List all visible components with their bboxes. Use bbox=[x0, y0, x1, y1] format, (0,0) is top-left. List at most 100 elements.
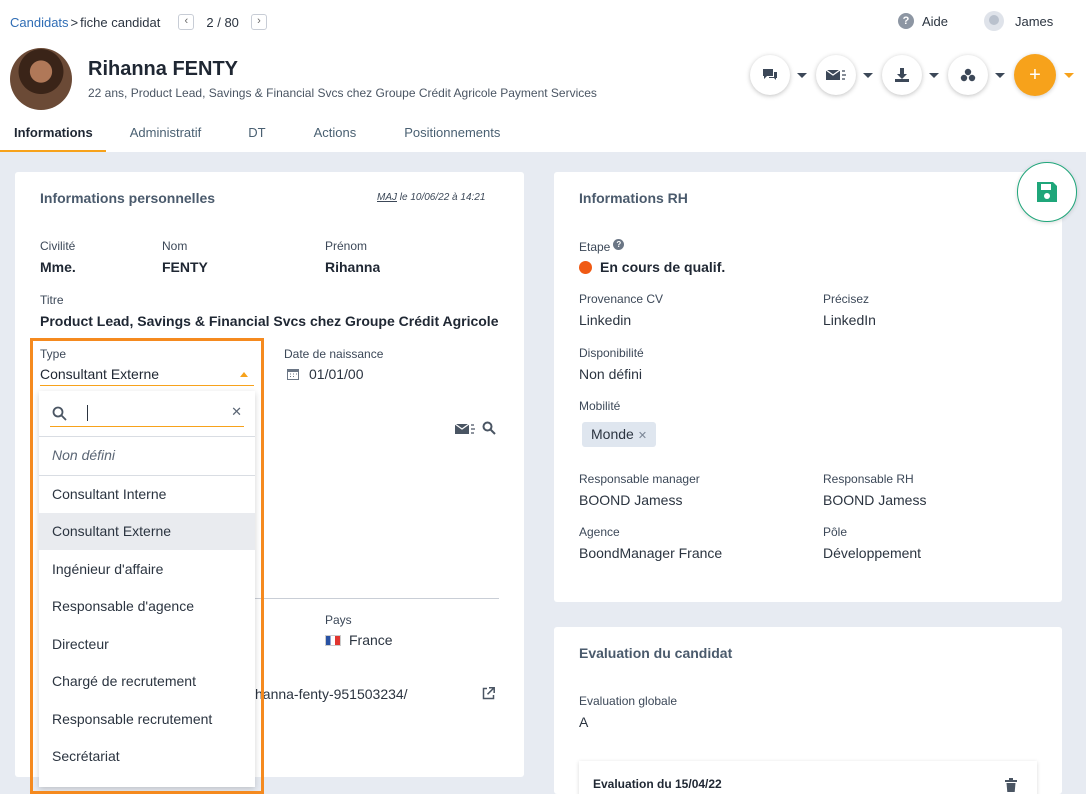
calendar-icon bbox=[287, 369, 299, 380]
dropdown-search-input[interactable] bbox=[76, 403, 216, 423]
chat-button[interactable] bbox=[750, 55, 790, 95]
plus-icon: + bbox=[1029, 63, 1041, 86]
dispo-value[interactable]: Non défini bbox=[579, 366, 642, 382]
email-dropdown-caret[interactable] bbox=[863, 72, 873, 78]
option-ingenieur-affaire[interactable]: Ingénieur d'affaire bbox=[39, 551, 255, 588]
breadcrumb-candidats-link[interactable]: Candidats bbox=[10, 15, 69, 30]
email-icon[interactable] bbox=[455, 422, 477, 436]
save-button[interactable] bbox=[1017, 162, 1077, 222]
download-button[interactable] bbox=[882, 55, 922, 95]
floppy-disk-icon bbox=[1037, 182, 1057, 202]
avatar bbox=[984, 11, 1004, 31]
hr-info-title: Informations RH bbox=[579, 190, 688, 206]
search-icon[interactable] bbox=[482, 421, 496, 435]
evaluation-entry[interactable]: Evaluation du 15/04/22 bbox=[579, 761, 1037, 794]
user-menu[interactable]: James bbox=[984, 11, 1053, 31]
resp-rh-value[interactable]: BOOND Jamess bbox=[823, 492, 926, 508]
option-non-defini[interactable]: Non défini bbox=[39, 437, 255, 474]
personal-info-title: Informations personnelles bbox=[40, 190, 216, 206]
etape-value[interactable]: En cours de qualif. bbox=[579, 259, 725, 275]
civilite-label: Civilité bbox=[40, 239, 76, 253]
prenom-label: Prénom bbox=[325, 239, 368, 253]
user-name: James bbox=[1015, 13, 1054, 29]
precisez-value[interactable]: LinkedIn bbox=[823, 312, 876, 328]
evaluation-title: Evaluation du candidat bbox=[579, 645, 733, 661]
header: Candidats > fiche candidat ‹ 2 / 80 › ? … bbox=[0, 0, 1086, 152]
record-pager: ‹ 2 / 80 › bbox=[178, 14, 267, 30]
type-dropdown-menu: ✕ Non défini Consultant Interne Consulta… bbox=[39, 391, 255, 787]
search-icon bbox=[52, 406, 67, 421]
integrations-button[interactable] bbox=[948, 55, 988, 95]
dob-value[interactable]: 01/01/00 bbox=[309, 366, 364, 382]
help-link[interactable]: ? Aide bbox=[898, 13, 948, 29]
integrations-dropdown-caret[interactable] bbox=[995, 72, 1005, 78]
status-dot-icon bbox=[579, 261, 592, 274]
add-dropdown-caret[interactable] bbox=[1064, 72, 1074, 78]
mobilite-tag[interactable]: Monde ✕ bbox=[582, 422, 657, 447]
clear-search-icon[interactable]: ✕ bbox=[231, 404, 242, 420]
evaluation-globale-value[interactable]: A bbox=[579, 714, 588, 730]
candidate-name: Rihanna FENTY bbox=[88, 58, 239, 80]
next-record-button[interactable]: › bbox=[250, 14, 267, 30]
tab-informations[interactable]: Informations bbox=[0, 115, 106, 152]
download-dropdown-caret[interactable] bbox=[929, 72, 939, 78]
type-select[interactable]: Consultant Externe bbox=[40, 365, 254, 386]
prenom-value[interactable]: Rihanna bbox=[325, 259, 380, 275]
chat-dropdown-caret[interactable] bbox=[797, 72, 807, 78]
help-label: Aide bbox=[922, 13, 949, 29]
precisez-label: Précisez bbox=[823, 292, 870, 306]
breadcrumb: Candidats > fiche candidat ‹ 2 / 80 › bbox=[10, 14, 267, 30]
pager-text: 2 / 80 bbox=[206, 14, 239, 30]
tab-positionnements[interactable]: Positionnements bbox=[404, 115, 500, 152]
candidate-subtitle: 22 ans, Product Lead, Savings & Financia… bbox=[88, 86, 597, 100]
pole-value[interactable]: Développement bbox=[823, 545, 921, 561]
linkedin-url[interactable]: hanna-fenty-951503234/ bbox=[255, 686, 408, 702]
download-icon bbox=[895, 68, 909, 82]
pays-text: France bbox=[349, 632, 393, 648]
option-directeur[interactable]: Directeur bbox=[39, 626, 255, 663]
civilite-value[interactable]: Mme. bbox=[40, 259, 76, 275]
help-icon: ? bbox=[898, 13, 914, 29]
last-update: MAJ le 10/06/22 à 14:21 bbox=[377, 192, 485, 203]
evaluation-globale-label: Evaluation globale bbox=[579, 694, 678, 708]
pays-value[interactable]: France bbox=[325, 632, 393, 648]
option-charge-recrutement[interactable]: Chargé de recrutement bbox=[39, 663, 255, 700]
mobilite-label: Mobilité bbox=[579, 399, 621, 413]
mail-icon bbox=[826, 69, 846, 80]
etape-label-text: Etape bbox=[579, 240, 611, 254]
tab-bar: Informations Administratif DT Actions Po… bbox=[0, 115, 500, 152]
tab-dt[interactable]: DT bbox=[248, 115, 265, 152]
titre-value[interactable]: Product Lead, Savings & Financial Svcs c… bbox=[40, 313, 499, 329]
option-consultant-interne[interactable]: Consultant Interne bbox=[39, 476, 255, 513]
chat-icon bbox=[763, 69, 777, 80]
option-secretariat[interactable]: Secrétariat bbox=[39, 738, 255, 775]
etape-text: En cours de qualif. bbox=[600, 259, 726, 275]
pays-label: Pays bbox=[325, 613, 352, 627]
hr-info-card: Informations RH Etape? En cours de quali… bbox=[554, 172, 1062, 602]
tab-administratif[interactable]: Administratif bbox=[130, 115, 202, 152]
dob-label: Date de naissance bbox=[284, 347, 384, 361]
option-responsable-agence[interactable]: Responsable d'agence bbox=[39, 588, 255, 625]
dropdown-search[interactable]: ✕ bbox=[50, 401, 244, 427]
agence-value[interactable]: BoondManager France bbox=[579, 545, 722, 561]
trash-icon[interactable] bbox=[1005, 778, 1017, 792]
action-toolbar: + bbox=[750, 54, 1083, 96]
titre-label: Titre bbox=[40, 293, 64, 307]
email-button[interactable] bbox=[816, 55, 856, 95]
add-button[interactable]: + bbox=[1014, 54, 1056, 96]
option-consultant-externe[interactable]: Consultant Externe bbox=[39, 513, 255, 550]
prev-record-button[interactable]: ‹ bbox=[178, 14, 195, 30]
agence-label: Agence bbox=[579, 525, 620, 539]
resp-manager-value[interactable]: BOOND Jamess bbox=[579, 492, 682, 508]
resp-manager-label: Responsable manager bbox=[579, 472, 700, 486]
provenance-value[interactable]: Linkedin bbox=[579, 312, 631, 328]
option-responsable-recrutement[interactable]: Responsable recrutement bbox=[39, 701, 255, 738]
nom-value[interactable]: FENTY bbox=[162, 259, 208, 275]
remove-tag-icon[interactable]: ✕ bbox=[638, 430, 647, 442]
external-link-icon[interactable] bbox=[482, 687, 495, 700]
etape-label: Etape? bbox=[579, 239, 625, 254]
maj-abbr: MAJ bbox=[377, 192, 397, 203]
tab-actions[interactable]: Actions bbox=[314, 115, 357, 152]
info-icon[interactable]: ? bbox=[613, 239, 625, 250]
pole-label: Pôle bbox=[823, 525, 848, 539]
